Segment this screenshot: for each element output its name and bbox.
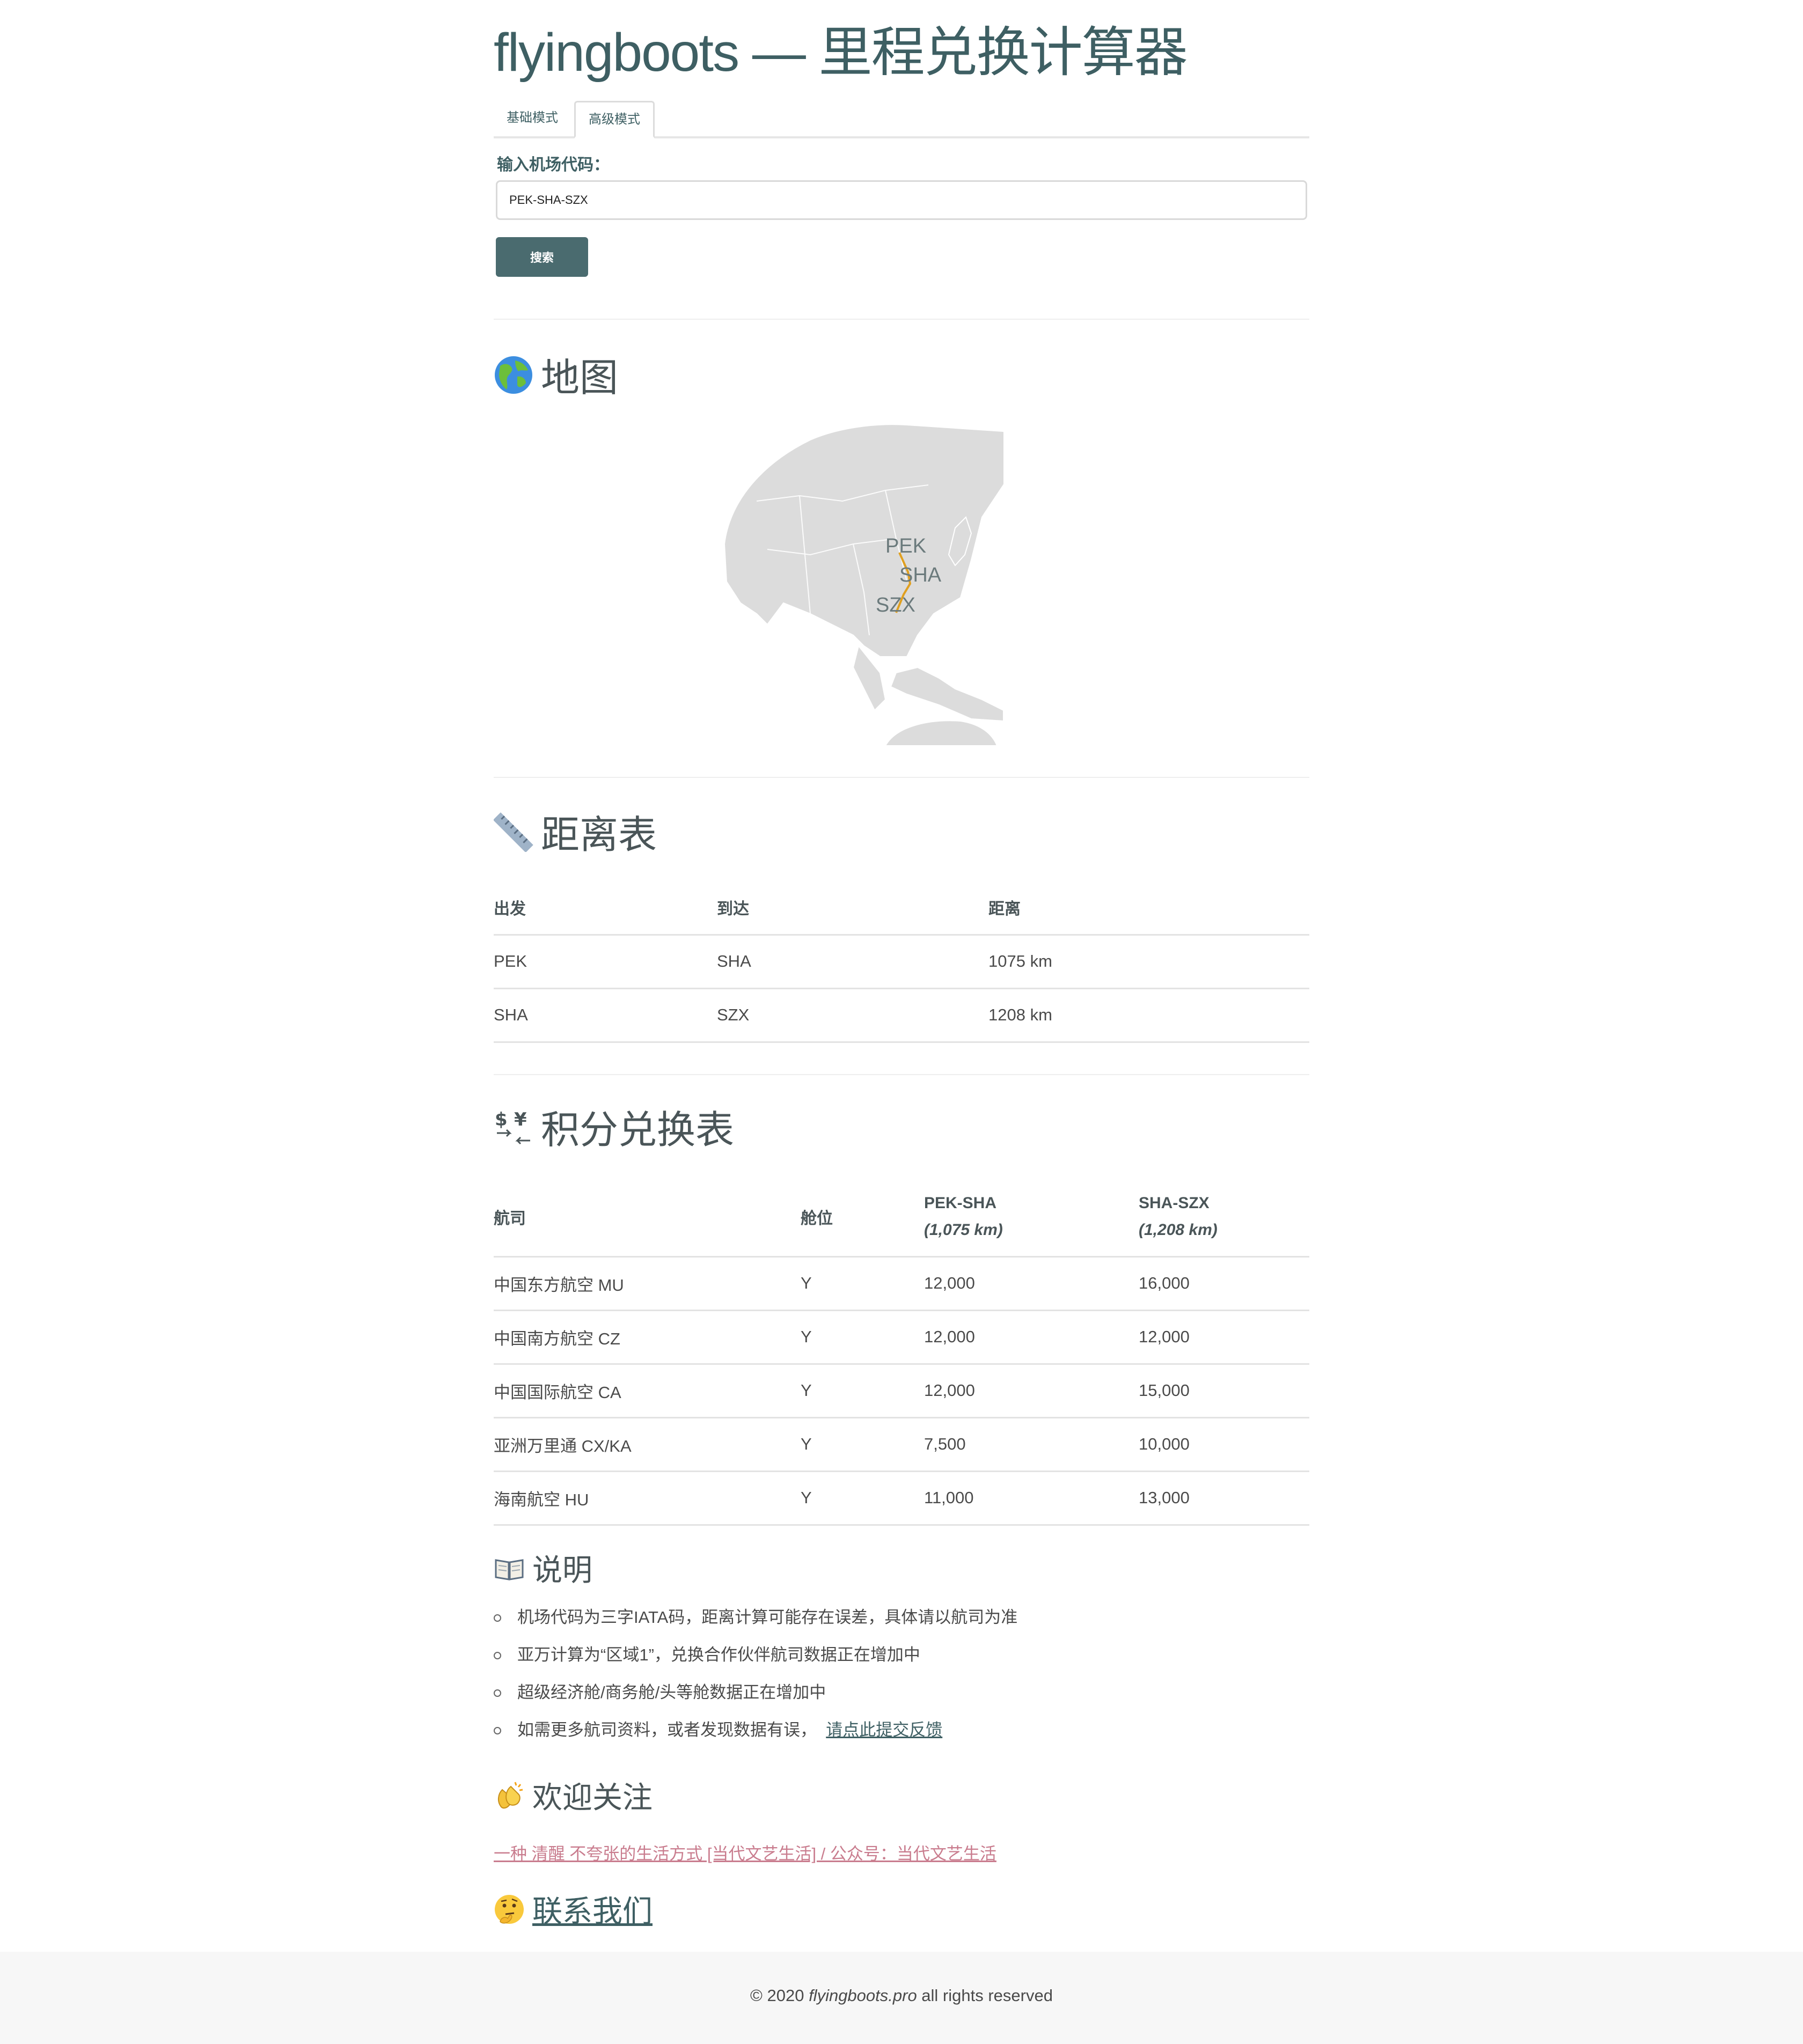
tab-advanced-mode[interactable]: 高级模式	[574, 101, 655, 138]
airline-name: 中国南方航空 CZ	[494, 1310, 801, 1365]
footer-text: © 2020 flyingboots.pro all rights reserv…	[0, 1986, 1803, 2005]
contact-heading[interactable]: 联系我们	[494, 1893, 653, 1933]
footer: © 2020 flyingboots.pro all rights reserv…	[0, 1952, 1803, 2044]
airport-code-input[interactable]	[496, 180, 1307, 220]
points-heading: $ ¥ 积分兑换表	[494, 1106, 734, 1158]
distance-from: SHA	[494, 988, 717, 1043]
segment-2-points: 12,000	[1139, 1310, 1309, 1365]
follow-heading: 欢迎关注	[494, 1779, 653, 1820]
distance-table: 出发 到达 距离 PEK SHA 1075 km SHA SZX 1208 km	[494, 881, 1309, 1043]
airport-code-label: 输入机场代码：	[497, 156, 610, 174]
globe-icon	[494, 355, 533, 406]
map-heading: 地图	[494, 354, 618, 406]
segment-1-points: 12,000	[924, 1364, 1139, 1418]
points-header-segment-1: PEK-SHA (1,075 km)	[924, 1178, 1139, 1258]
segment-1-points: 12,000	[924, 1256, 1139, 1311]
points-header-cabin: 舱位	[801, 1178, 924, 1258]
route-map[interactable]: PEK SHA SZX	[703, 421, 1026, 746]
airport-label-szx: SZX	[876, 594, 915, 616]
svg-text:¥: ¥	[514, 1109, 527, 1130]
segment-1-route: PEK-SHA	[924, 1194, 997, 1212]
points-header-airline: 航司	[494, 1178, 801, 1258]
mode-tabs: 基础模式 高级模式	[494, 101, 1309, 138]
table-row: SHA SZX 1208 km	[494, 988, 1309, 1043]
cabin-class: Y	[801, 1310, 924, 1365]
contact-link[interactable]: 联系我们	[532, 1894, 653, 1928]
ruler-icon	[493, 812, 533, 863]
notes-title: 说明	[532, 1553, 592, 1587]
segment-1-points: 12,000	[924, 1310, 1139, 1365]
table-row: 亚洲万里通 CX/KA Y 7,500 10,000	[494, 1417, 1309, 1472]
airline-name: 亚洲万里通 CX/KA	[494, 1417, 801, 1472]
land-australia	[884, 720, 998, 746]
segment-1-distance: (1,075 km)	[924, 1221, 1003, 1239]
table-row: 中国南方航空 CZ Y 12,000 12,000	[494, 1310, 1309, 1365]
segment-2-points: 10,000	[1139, 1417, 1309, 1472]
distance-to: SHA	[717, 935, 988, 989]
airline-name: 中国国际航空 CA	[494, 1364, 801, 1418]
notes-heading: 说明	[494, 1552, 592, 1592]
cabin-class: Y	[801, 1471, 924, 1526]
clapping-hands-icon	[494, 1780, 525, 1820]
open-book-icon	[494, 1553, 525, 1592]
segment-2-points: 13,000	[1139, 1471, 1309, 1526]
cabin-class: Y	[801, 1364, 924, 1418]
list-item: 机场代码为三字IATA码，距离计算可能存在误差，具体请以航司为准	[494, 1599, 1017, 1636]
currency-exchange-icon: $ ¥	[494, 1107, 533, 1158]
segment-1-points: 11,000	[924, 1471, 1139, 1526]
distance-header-to: 到达	[717, 881, 988, 936]
distance-value: 1208 km	[988, 988, 1309, 1043]
points-table: 航司 舱位 PEK-SHA (1,075 km) SHA-SZX (1,208 …	[494, 1178, 1309, 1526]
distance-header-from: 出发	[494, 881, 717, 936]
svg-text:$: $	[495, 1109, 508, 1130]
distance-title: 距离表	[541, 814, 657, 857]
footer-copyright: © 2020	[750, 1986, 809, 2005]
feedback-link[interactable]: 请点此提交反馈	[826, 1721, 942, 1739]
airline-name: 海南航空 HU	[494, 1471, 801, 1526]
table-row: 中国东方航空 MU Y 12,000 16,000	[494, 1256, 1309, 1311]
segment-2-points: 15,000	[1139, 1364, 1309, 1418]
footer-site: flyingboots.pro	[809, 1986, 917, 2005]
segment-2-route: SHA-SZX	[1139, 1194, 1210, 1212]
list-item: 超级经济舱/商务舱/头等舱数据正在增加中	[494, 1674, 1017, 1711]
points-title: 积分兑换表	[541, 1109, 735, 1152]
airport-label-sha: SHA	[899, 564, 942, 586]
land-islands	[890, 666, 1004, 722]
table-row: 海南航空 HU Y 11,000 13,000	[494, 1471, 1309, 1526]
footer-rights: all rights reserved	[917, 1986, 1053, 2005]
segment-2-distance: (1,208 km)	[1139, 1221, 1218, 1239]
segment-1-points: 7,500	[924, 1417, 1139, 1472]
search-button[interactable]: 搜索	[496, 237, 588, 277]
map-title: 地图	[541, 357, 619, 400]
distance-header-distance: 距离	[988, 881, 1309, 936]
follow-title: 欢迎关注	[532, 1781, 653, 1814]
table-row: PEK SHA 1075 km	[494, 935, 1309, 989]
thinking-face-icon	[494, 1894, 525, 1933]
distance-heading: 距离表	[493, 811, 657, 863]
notes-list: 机场代码为三字IATA码，距离计算可能存在误差，具体请以航司为准 亚万计算为“区…	[494, 1599, 1017, 1749]
cabin-class: Y	[801, 1256, 924, 1311]
cabin-class: Y	[801, 1417, 924, 1472]
tab-basic-mode[interactable]: 基础模式	[494, 101, 571, 135]
distance-value: 1075 km	[988, 935, 1309, 989]
divider	[494, 1074, 1309, 1075]
divider	[494, 319, 1309, 320]
list-item: 如需更多航司资料，或者发现数据有误， 请点此提交反馈	[494, 1711, 1017, 1749]
follow-link[interactable]: 一种 清醒 不夸张的生活方式 [当代文艺生活] / 公众号：当代文艺生活	[494, 1840, 996, 1864]
airline-name: 中国东方航空 MU	[494, 1256, 801, 1311]
points-header-segment-2: SHA-SZX (1,208 km)	[1139, 1178, 1309, 1258]
feedback-prompt: 如需更多航司资料，或者发现数据有误，	[517, 1721, 817, 1739]
list-item: 亚万计算为“区域1”，兑换合作伙伴航司数据正在增加中	[494, 1636, 1017, 1674]
distance-from: PEK	[494, 935, 717, 989]
airport-label-pek: PEK	[885, 535, 926, 557]
distance-to: SZX	[717, 988, 988, 1043]
segment-2-points: 16,000	[1139, 1256, 1309, 1311]
page-title: flyingboots — 里程兑换计算器	[494, 23, 1188, 83]
divider	[494, 777, 1309, 778]
table-row: 中国国际航空 CA Y 12,000 15,000	[494, 1364, 1309, 1418]
